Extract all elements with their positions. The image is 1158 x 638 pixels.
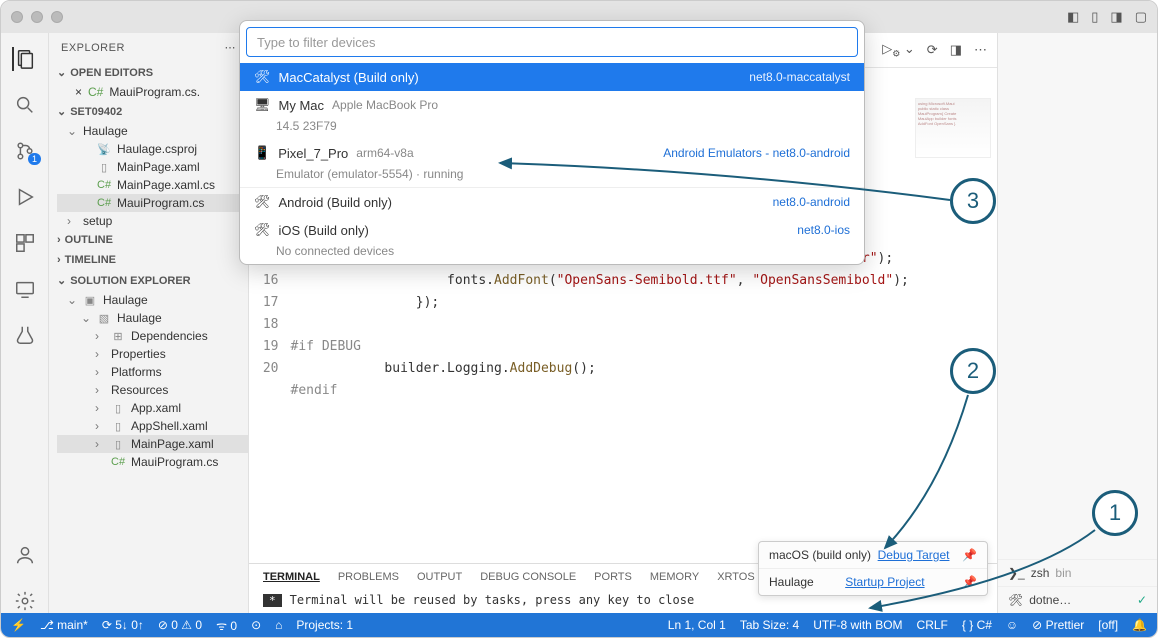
annotation-2: 2 — [950, 348, 996, 394]
annotation-3: 3 — [950, 178, 996, 224]
annotation-1: 1 — [1092, 490, 1138, 536]
